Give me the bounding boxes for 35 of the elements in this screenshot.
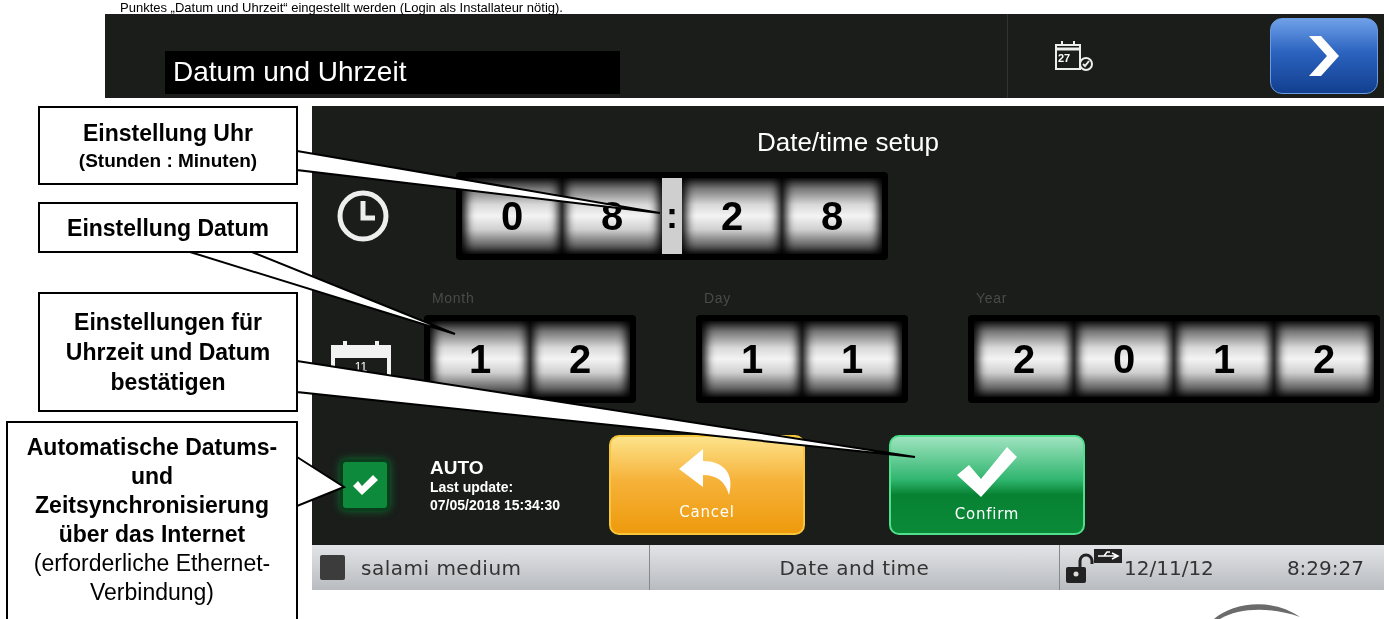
last-update-label: Last update: (430, 479, 515, 497)
callout-text: Einstellungen für Uhrzeit und Datum bestätigen (64, 308, 272, 397)
callout-note: (Stunden : Minuten) (78, 148, 258, 173)
chevron-right-icon (1307, 34, 1341, 78)
callout-text: Einstellung Uhr (83, 118, 253, 148)
confirm-button[interactable]: Confirm (889, 435, 1085, 535)
auto-checkbox[interactable] (340, 459, 390, 511)
check-icon (955, 444, 1019, 499)
last-update-value: 07/05/2018 15:34:30 (430, 496, 560, 515)
digit-reel[interactable]: 0 (1074, 321, 1174, 397)
digit-reel[interactable]: 2 (1274, 321, 1374, 397)
clock-icon (336, 189, 390, 243)
digit-reel[interactable]: 2 (530, 321, 630, 397)
swoosh-icon (1212, 601, 1302, 619)
document-text: Punktes „Datum und Uhrzeit“ eingestellt werden (Login als Installateur nötig). (120, 0, 563, 14)
digit-reel[interactable]: 1 (1174, 321, 1274, 397)
digit-reel[interactable]: 1 (702, 321, 802, 397)
usb-icon (1094, 549, 1122, 563)
auto-label: AUTO (430, 455, 485, 480)
digit-reel[interactable]: 8 (782, 178, 882, 254)
callout-text: Automatische Datums- und Zeitsynchronisierung über das Internet (erforderliche Ethernet-Verbindung) (25, 433, 279, 607)
digit-reel[interactable]: 1 (802, 321, 902, 397)
check-icon (351, 473, 379, 497)
status-date: 12/11/12 (1124, 554, 1214, 582)
digit-reel[interactable]: 2 (974, 321, 1074, 397)
device-icon (320, 555, 345, 580)
header-title: Datum und Uhrzeit (173, 55, 407, 89)
device-name: salami medium (361, 554, 522, 582)
callout-text: Einstellung Datum (67, 213, 269, 243)
screen-title: Date/time setup (756, 126, 940, 159)
status-time: 8:29:27 (1286, 554, 1364, 582)
next-button[interactable] (1270, 18, 1378, 94)
digit-reel[interactable]: 2 (682, 178, 782, 254)
page-name: Date and time (779, 554, 930, 582)
time-separator: : (662, 178, 682, 254)
